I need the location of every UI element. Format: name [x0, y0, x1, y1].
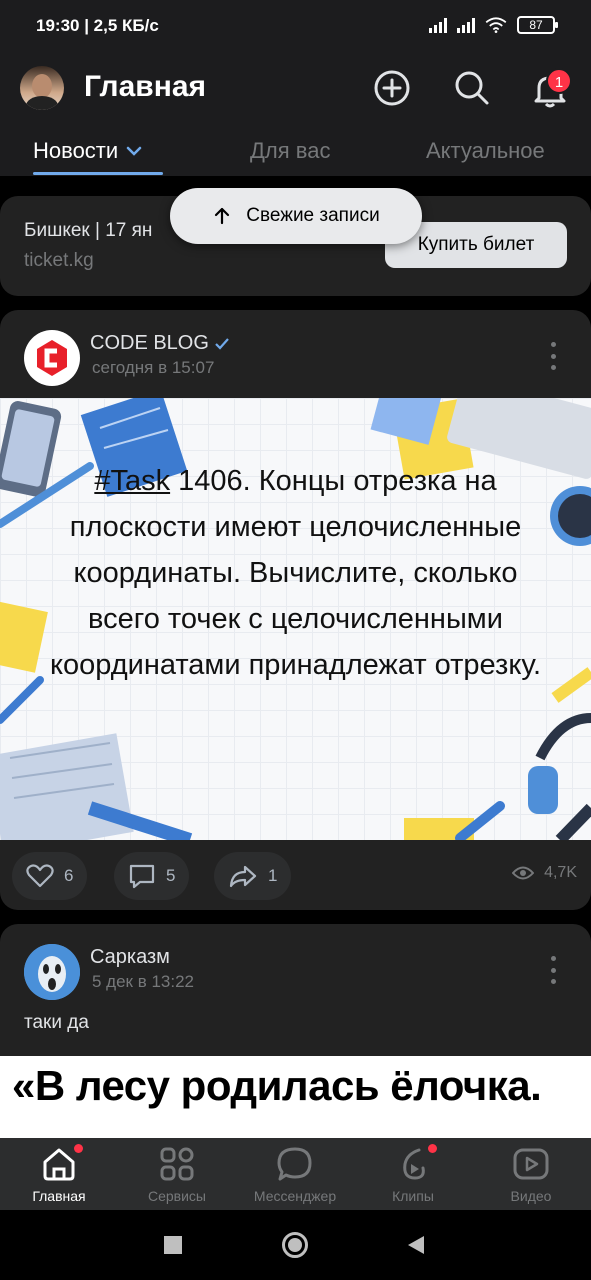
- comment-icon: [129, 864, 155, 889]
- home-system-icon[interactable]: [282, 1232, 308, 1258]
- bottom-navigation: Главная Сервисы Мессенджер Клипы Видео: [0, 1138, 591, 1210]
- post-image-text: #Task 1406. Концы отрезка на плоскости и…: [40, 458, 551, 688]
- signal-icon-2: [457, 17, 475, 33]
- chevron-down-icon: [126, 146, 142, 156]
- arrow-up-icon: [215, 207, 230, 225]
- post-image-text: «В лесу родилась ёлочка.: [12, 1062, 542, 1109]
- views-counter: 4,7K: [512, 864, 577, 882]
- new-indicator-dot: [428, 1144, 437, 1153]
- share-button[interactable]: 1: [214, 852, 292, 900]
- more-options-icon[interactable]: [551, 956, 557, 984]
- add-post-icon[interactable]: [372, 68, 412, 108]
- ad-domain[interactable]: ticket.kg: [24, 250, 94, 272]
- nav-label: Главная: [32, 1188, 86, 1204]
- home-icon: [43, 1148, 75, 1181]
- like-count: 6: [64, 866, 74, 885]
- scream-avatar-icon: [24, 944, 80, 1000]
- status-time: 19:30 | 2,5 КБ/с: [36, 16, 159, 35]
- clips-icon: [403, 1148, 425, 1180]
- active-tab-indicator: [33, 172, 163, 175]
- signal-icon: [429, 17, 447, 33]
- app-header: Главная 1 Новости Для вас Актуальное: [0, 56, 591, 176]
- nav-label: Мессенджер: [253, 1188, 337, 1204]
- nav-label: Видео: [510, 1188, 552, 1204]
- system-navigation: [0, 1210, 591, 1280]
- notifications-button[interactable]: 1: [526, 62, 586, 112]
- new-indicator-dot: [74, 1144, 83, 1153]
- notification-badge: 1: [546, 68, 572, 94]
- post-author[interactable]: Сарказм: [90, 946, 170, 969]
- post-text: таки да: [24, 1012, 89, 1033]
- author-name: CODE BLOG: [90, 332, 209, 354]
- nav-clips[interactable]: Клипы: [354, 1144, 472, 1204]
- eye-icon: [512, 866, 535, 880]
- post-date: сегодня в 15:07: [92, 358, 215, 377]
- task-description: 1406. Концы отрезка на плоскости имеют ц…: [49, 465, 542, 681]
- tab-label: Новости: [33, 138, 119, 163]
- nav-label: Сервисы: [147, 1188, 206, 1204]
- nav-services[interactable]: Сервисы: [118, 1144, 236, 1204]
- fresh-posts-label: Свежие записи: [246, 205, 380, 226]
- views-count: 4,7K: [544, 864, 577, 881]
- comment-button[interactable]: 5: [114, 852, 190, 900]
- nav-messenger[interactable]: Мессенджер: [236, 1144, 354, 1204]
- code-blog-logo-icon: [30, 336, 74, 380]
- ad-title: Бишкек | 17 ян: [24, 220, 153, 241]
- video-icon: [513, 1148, 549, 1180]
- post-image[interactable]: #Task 1406. Концы отрезка на плоскости и…: [0, 398, 591, 840]
- hashtag-link[interactable]: #Task: [94, 465, 170, 497]
- tab-news[interactable]: Новости: [33, 138, 142, 164]
- post-date: 5 дек в 13:22: [92, 972, 195, 991]
- author-avatar[interactable]: [24, 944, 80, 1000]
- fresh-posts-button[interactable]: Свежие записи: [170, 188, 422, 244]
- messenger-icon: [277, 1147, 312, 1181]
- share-icon: [229, 865, 257, 888]
- author-name: Сарказм: [90, 946, 170, 968]
- battery-icon: 87: [517, 16, 558, 34]
- comment-count: 5: [166, 866, 176, 885]
- nav-video[interactable]: Видео: [472, 1144, 590, 1204]
- page-title: Главная: [84, 70, 207, 103]
- like-button[interactable]: 6: [12, 852, 88, 900]
- services-icon: [160, 1147, 194, 1181]
- wifi-icon: [485, 17, 507, 33]
- profile-avatar[interactable]: [20, 66, 64, 110]
- verified-icon: [215, 337, 229, 350]
- back-icon[interactable]: [406, 1234, 426, 1256]
- share-count: 1: [268, 866, 278, 885]
- post-actions: 6 5 1 4,7K: [0, 850, 591, 900]
- heart-icon: [26, 864, 54, 888]
- status-icons: 87: [429, 16, 558, 34]
- search-icon[interactable]: [452, 68, 492, 108]
- tab-for-you[interactable]: Для вас: [250, 138, 330, 164]
- post-card: CODE BLOG сегодня в 15:07 #Task 1406. Ко…: [0, 310, 591, 910]
- nav-home[interactable]: Главная: [0, 1144, 118, 1204]
- nav-label: Клипы: [392, 1188, 434, 1204]
- tab-trending[interactable]: Актуальное: [426, 138, 545, 164]
- more-options-icon[interactable]: [551, 342, 557, 370]
- status-bar: 19:30 | 2,5 КБ/с 87: [0, 0, 591, 56]
- recent-apps-icon[interactable]: [164, 1236, 182, 1254]
- post-card: Сарказм 5 дек в 13:22 таки да «В лесу ро…: [0, 924, 591, 1166]
- post-author[interactable]: CODE BLOG: [90, 332, 229, 355]
- feed-tabs: Новости Для вас Актуальное: [0, 132, 591, 176]
- author-avatar[interactable]: [24, 330, 80, 386]
